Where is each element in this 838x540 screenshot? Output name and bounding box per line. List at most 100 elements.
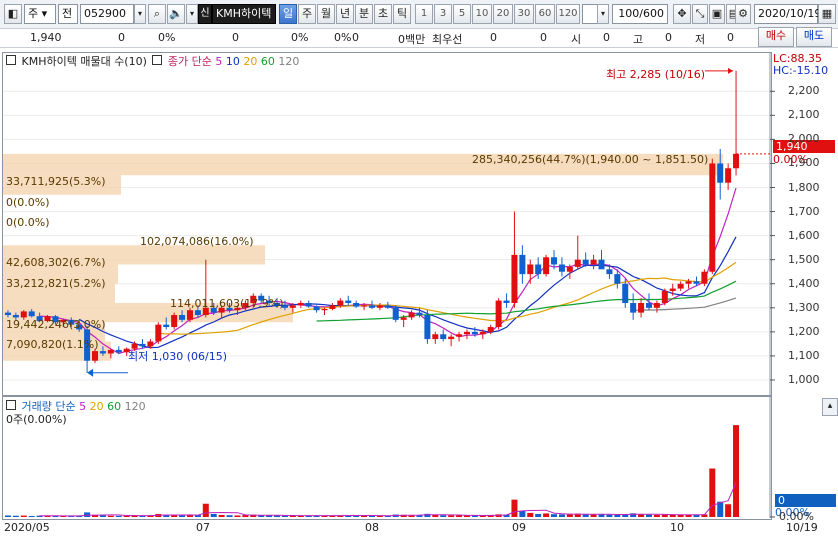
type-label: 주 [28, 7, 39, 20]
quote-v2: 0 [352, 31, 359, 44]
toolbar: ◧ 주 ▾ 전 052900 ▾ ⌕ 🔈 ▾ 신 KMH하이텍 일 주 월 년 … [0, 0, 838, 29]
layout-icon[interactable]: ◧ [4, 4, 22, 24]
volume-ma-60: 60 [107, 400, 122, 413]
volume-profile-label: 42,608,302(6.7%) [6, 256, 106, 269]
stock-name: KMH하이텍 [212, 4, 276, 24]
volume-profile-label: 7,090,820(1.1%) [6, 338, 99, 351]
quote-high-label: 고 [633, 33, 644, 46]
volume-legend-icon [6, 400, 16, 410]
high-annotation: 최고 2,285 (10/16) [606, 68, 706, 81]
code-dropdown-icon[interactable]: ▾ [134, 4, 146, 24]
interval-10[interactable]: 10 [472, 4, 492, 24]
sell-button[interactable]: 매도 [796, 27, 832, 47]
volume-scroll-up-icon[interactable]: ▴ [822, 398, 838, 416]
quote-open-label: 시 [571, 33, 582, 46]
quote-change: 0 [118, 31, 125, 44]
quote-open: 0 [603, 31, 610, 44]
interval-30[interactable]: 30 [514, 4, 534, 24]
calendar-icon[interactable]: ▦ [818, 4, 836, 24]
image-icon[interactable]: ▣ [709, 4, 725, 24]
volume-profile-label: 19,442,246(3.0%) [6, 318, 106, 331]
volume-ma-120: 120 [124, 400, 146, 413]
chart-arrow-icon[interactable]: ⤡ [692, 4, 708, 24]
ma-label: 종가 단순 [167, 55, 212, 68]
quote-bar: 1,940 0 0% 0 0% 0 0% 0백만 최우선 0 0 시 0 고 0… [0, 27, 838, 48]
gear-icon[interactable]: ⚙ [735, 4, 751, 24]
volume-ma-5: 5 [79, 400, 87, 413]
volume-profile-label: 33,212,821(5.2%) [6, 277, 106, 290]
ma-20: 20 [243, 55, 258, 68]
quote-low: 0 [727, 31, 734, 44]
volume-profile-label: 0(0.0%) [6, 196, 50, 209]
quote-price: 1,940 [30, 31, 62, 44]
legend-icon-2 [152, 55, 163, 65]
volume-profile-label: 33,711,925(5.3%) [6, 175, 106, 188]
volume-tick-label: 0.00% [779, 510, 814, 523]
legend-title: KMH하이텍 매물대 수(10) [21, 55, 147, 68]
quote-best-label: 최우선 [432, 33, 463, 46]
ma-60: 60 [260, 55, 275, 68]
low-annotation: 최저 1,030 (06/15) [128, 350, 228, 363]
x-label-oct: 10 [670, 521, 684, 534]
volume-profile-label: 102,074,086(16.0%) [140, 235, 254, 248]
quote-best2: 0 [540, 31, 547, 44]
interval-1[interactable]: 1 [415, 4, 433, 24]
x-label-may: 2020/05 [4, 521, 50, 534]
period-day[interactable]: 일 [279, 4, 297, 24]
x-label-aug: 08 [365, 521, 379, 534]
interval-20[interactable]: 20 [493, 4, 513, 24]
ma-10: 10 [225, 55, 240, 68]
x-label-jul: 07 [196, 521, 210, 534]
price-tick-label: 1,900 [788, 156, 820, 170]
legend-icon [6, 55, 16, 65]
price-tick-label: 1,200 [788, 324, 820, 338]
quote-v1pct: 0% [291, 31, 309, 44]
market-select[interactable]: 전 [58, 4, 78, 24]
quote-v1: 0 [232, 31, 239, 44]
period-tick[interactable]: 틱 [393, 4, 411, 24]
period-second[interactable]: 초 [374, 4, 392, 24]
date-input[interactable]: 2020/10/19 [754, 4, 821, 24]
volume-profile-label: 285,340,256(44.7%)(1,940.00 ~ 1,851.50) [472, 153, 709, 166]
price-tick-label: 1,300 [788, 300, 820, 314]
price-panel[interactable] [2, 52, 772, 396]
count-total: /600 [639, 7, 664, 20]
count-input[interactable]: 100/600 [612, 4, 668, 24]
cross-icon[interactable]: ✥ [673, 4, 691, 24]
price-tick-label: 2,000 [788, 132, 820, 146]
period-minute[interactable]: 분 [355, 4, 373, 24]
price-tick-label: 1,100 [788, 348, 820, 362]
interval-5[interactable]: 5 [453, 4, 471, 24]
interval-120[interactable]: 120 [556, 4, 580, 24]
volume-ma-20: 20 [89, 400, 104, 413]
speaker-icon[interactable]: 🔈 [167, 4, 185, 24]
period-week[interactable]: 주 [298, 4, 316, 24]
custom-interval-dropdown-icon[interactable]: ▾ [597, 4, 609, 24]
price-tick-label: 1,400 [788, 276, 820, 290]
code-input[interactable]: 052900 [80, 4, 134, 24]
x-label-sep: 09 [512, 521, 526, 534]
period-year[interactable]: 년 [336, 4, 354, 24]
interval-60[interactable]: 60 [535, 4, 555, 24]
volume-panel[interactable] [2, 396, 772, 520]
quote-best1: 0 [490, 31, 497, 44]
count-value: 100 [618, 7, 640, 20]
quote-v2pct: 0% [334, 31, 352, 44]
search-icon[interactable]: ⌕ [148, 4, 166, 24]
quote-rate: 0% [158, 31, 176, 44]
price-tick-label: 2,200 [788, 84, 820, 98]
buy-button[interactable]: 매수 [758, 27, 794, 47]
quote-high: 0 [665, 31, 672, 44]
interval-3[interactable]: 3 [434, 4, 452, 24]
price-tick-label: 1,000 [788, 372, 820, 386]
volume-info: 0주(0.00%) [6, 413, 67, 426]
period-month[interactable]: 월 [317, 4, 335, 24]
price-tick-label: 1,500 [788, 252, 820, 266]
ma-5: 5 [215, 55, 223, 68]
price-tick-label: 1,800 [788, 180, 820, 194]
quote-low-label: 저 [695, 33, 706, 46]
volume-profile-label: 0(0.0%) [6, 216, 50, 229]
type-select[interactable]: 주 ▾ [24, 4, 56, 24]
hc-label: HC:-15.10 [773, 64, 829, 77]
speaker-dropdown-icon[interactable]: ▾ [186, 4, 198, 24]
